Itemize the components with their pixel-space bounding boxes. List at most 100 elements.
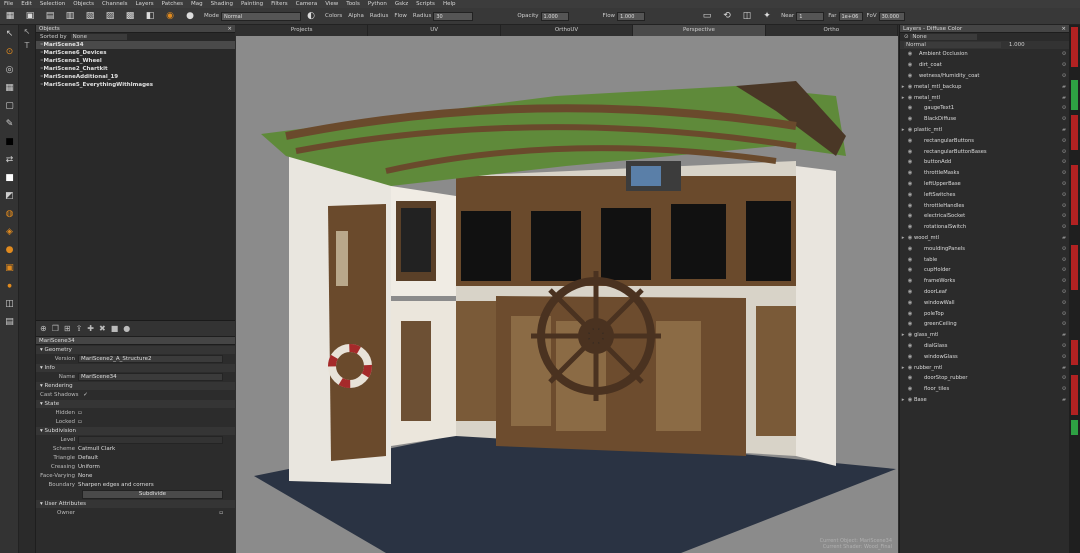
version-select[interactable]: MariScene2_A_Structure2 (78, 354, 223, 363)
marquee-icon[interactable]: ▣ (0, 259, 19, 277)
eye-icon[interactable]: ◉ (906, 62, 914, 68)
layer-item[interactable]: ◉ throttleHandles ⚙ (900, 200, 1069, 211)
folder-icon[interactable]: ▰ (1059, 127, 1069, 133)
settings-icon[interactable]: ⚙ (1059, 343, 1069, 349)
layer-item[interactable]: ◉ leftUpperBase ⚙ (900, 179, 1069, 190)
eye-icon[interactable]: ◉ (906, 375, 914, 381)
delete-icon[interactable]: ✖ (99, 324, 106, 333)
eye-icon[interactable]: ◉ (906, 51, 914, 57)
settings-icon[interactable]: ⚙ (1059, 116, 1069, 122)
sort-select[interactable]: None (70, 34, 128, 40)
far-field[interactable]: 1e+06 (838, 11, 863, 21)
menu-item-painting[interactable]: Painting (241, 1, 263, 7)
hidden-checkbox[interactable]: ▫ (78, 410, 82, 416)
state-section[interactable]: ▾ State (36, 400, 235, 408)
menu-item-view[interactable]: View (325, 1, 338, 7)
cast-shadows-checkbox[interactable]: ✓ (82, 392, 88, 398)
settings-icon[interactable]: ⚙ (1059, 62, 1069, 68)
settings-icon[interactable]: ⚙ (1059, 149, 1069, 155)
folder-icon[interactable]: ▰ (1059, 84, 1069, 90)
eye-icon[interactable]: ◉ (906, 84, 914, 90)
eye-icon[interactable]: ◉ (906, 149, 914, 155)
folder-icon[interactable]: ▰ (1059, 235, 1069, 241)
eye-icon[interactable]: ◉ (906, 138, 914, 144)
opacity-field[interactable]: 1.000 (540, 11, 569, 21)
settings-icon[interactable]: ⚙ (1059, 375, 1069, 381)
square-icon[interactable]: ■ (111, 324, 119, 333)
layer-item[interactable]: ◉ windowWall ⚙ (900, 297, 1069, 308)
settings-icon[interactable]: ⚙ (1059, 224, 1069, 230)
menu-item-python[interactable]: Python (368, 1, 387, 7)
settings-icon[interactable]: ⚙ (1059, 192, 1069, 198)
object-item[interactable]: ◦ MariSceneAdditional_19 (36, 73, 235, 81)
settings-icon[interactable]: ⚙ (1059, 278, 1069, 284)
settings-icon[interactable]: ⚙ (1059, 213, 1069, 219)
stencil-icon[interactable]: ▤ (0, 313, 19, 331)
layer-item[interactable]: ◉ BlackDiffuse ⚙ (900, 114, 1069, 125)
settings-icon[interactable]: ⚙ (1059, 300, 1069, 306)
folder-icon[interactable]: ▰ (1059, 365, 1069, 371)
menu-item-mag[interactable]: Mag (191, 1, 203, 7)
add-icon[interactable]: ⊕ (40, 324, 47, 333)
box-icon[interactable]: ▩ (124, 10, 136, 22)
subdivision-section[interactable]: ▾ Subdivision (36, 427, 235, 435)
swatch-white-icon[interactable]: ■ (0, 169, 19, 187)
tab-projects[interactable]: Projects (236, 25, 369, 36)
eye-icon[interactable]: ◉ (906, 278, 914, 284)
pen-icon[interactable]: ✎ (0, 115, 19, 133)
settings-icon[interactable]: ⚙ (1059, 73, 1069, 79)
eye-icon[interactable]: ◉ (906, 354, 914, 360)
sphere-icon[interactable]: ● (0, 241, 19, 259)
menu-item-camera[interactable]: Camera (296, 1, 318, 7)
folder-icon[interactable]: ▰ (1059, 95, 1069, 101)
grid-icon[interactable]: ▦ (4, 10, 16, 22)
settings-icon[interactable]: ⚙ (1059, 354, 1069, 360)
eye-icon[interactable]: ◉ (906, 235, 914, 241)
panel-icon[interactable]: ◧ (144, 10, 156, 22)
frame-icon[interactable]: ▨ (104, 10, 116, 22)
brush-icon[interactable]: ● (184, 10, 196, 22)
tab-uv[interactable]: UV (368, 25, 501, 36)
radius-field[interactable]: 30 (433, 11, 474, 21)
eye-icon[interactable]: ◉ (906, 192, 914, 198)
eye-icon[interactable]: ◉ (906, 397, 914, 403)
layer-item[interactable]: ◉ buttonAdd ⚙ (900, 157, 1069, 168)
eye-icon[interactable]: ◉ (906, 289, 914, 295)
settings-icon[interactable]: ⚙ (1059, 181, 1069, 187)
settings-icon[interactable]: ⚙ (1059, 311, 1069, 317)
camera-icon[interactable]: ◫ (741, 10, 753, 22)
merge-icon[interactable]: ⊞ (64, 324, 71, 333)
save-icon[interactable]: ▤ (44, 10, 56, 22)
layer-item[interactable]: ◉ gaugeText1 ⚙ (900, 103, 1069, 114)
tab-perspective[interactable]: Perspective (633, 25, 766, 36)
target-icon[interactable]: ◉ (164, 10, 176, 22)
swatch-black-icon[interactable]: ■ (0, 133, 19, 151)
eye-icon[interactable]: ◉ (906, 300, 914, 306)
menu-item-scripts[interactable]: Scripts (416, 1, 435, 7)
paint-through-icon[interactable]: ⊙ (0, 43, 19, 61)
export-icon[interactable]: ⇪ (76, 324, 83, 333)
menu-item-selection[interactable]: Selection (40, 1, 65, 7)
flow-toggle[interactable]: Flow (394, 13, 407, 19)
mask-icon[interactable]: ◫ (0, 295, 19, 313)
subdivide-button[interactable]: Subdivide (82, 490, 223, 499)
settings-icon[interactable]: ⚙ (1059, 386, 1069, 392)
radius-toggle[interactable]: Radius (370, 13, 388, 19)
menu-item-channels[interactable]: Channels (102, 1, 127, 7)
geometry-section[interactable]: ▾ Geometry (36, 346, 235, 354)
layer-item[interactable]: ◉ mouldingPanels ⚙ (900, 243, 1069, 254)
eye-icon[interactable]: ◉ (906, 95, 914, 101)
layer-item[interactable]: ◉ throttleMasks ⚙ (900, 168, 1069, 179)
eye-icon[interactable]: ◉ (906, 311, 914, 317)
menu-item-tools[interactable]: Tools (346, 1, 360, 7)
layer-item[interactable]: ◉ Ambient Occlusion ⚙ (900, 49, 1069, 60)
rendering-section[interactable]: ▾ Rendering (36, 382, 235, 390)
menu-item-gskz[interactable]: Gskz (395, 1, 408, 7)
duplicate-icon[interactable]: ❐ (52, 324, 59, 333)
facevarying-value[interactable]: None (78, 473, 92, 479)
settings-icon[interactable]: ⚙ (1059, 203, 1069, 209)
fill-icon[interactable]: ◈ (0, 223, 19, 241)
alpha-toggle[interactable]: Alpha (348, 13, 364, 19)
object-item[interactable]: ◦ MariScene2_Chartkit (36, 65, 235, 73)
layer-item[interactable]: ◉ rectangularButtonBases ⚙ (900, 146, 1069, 157)
